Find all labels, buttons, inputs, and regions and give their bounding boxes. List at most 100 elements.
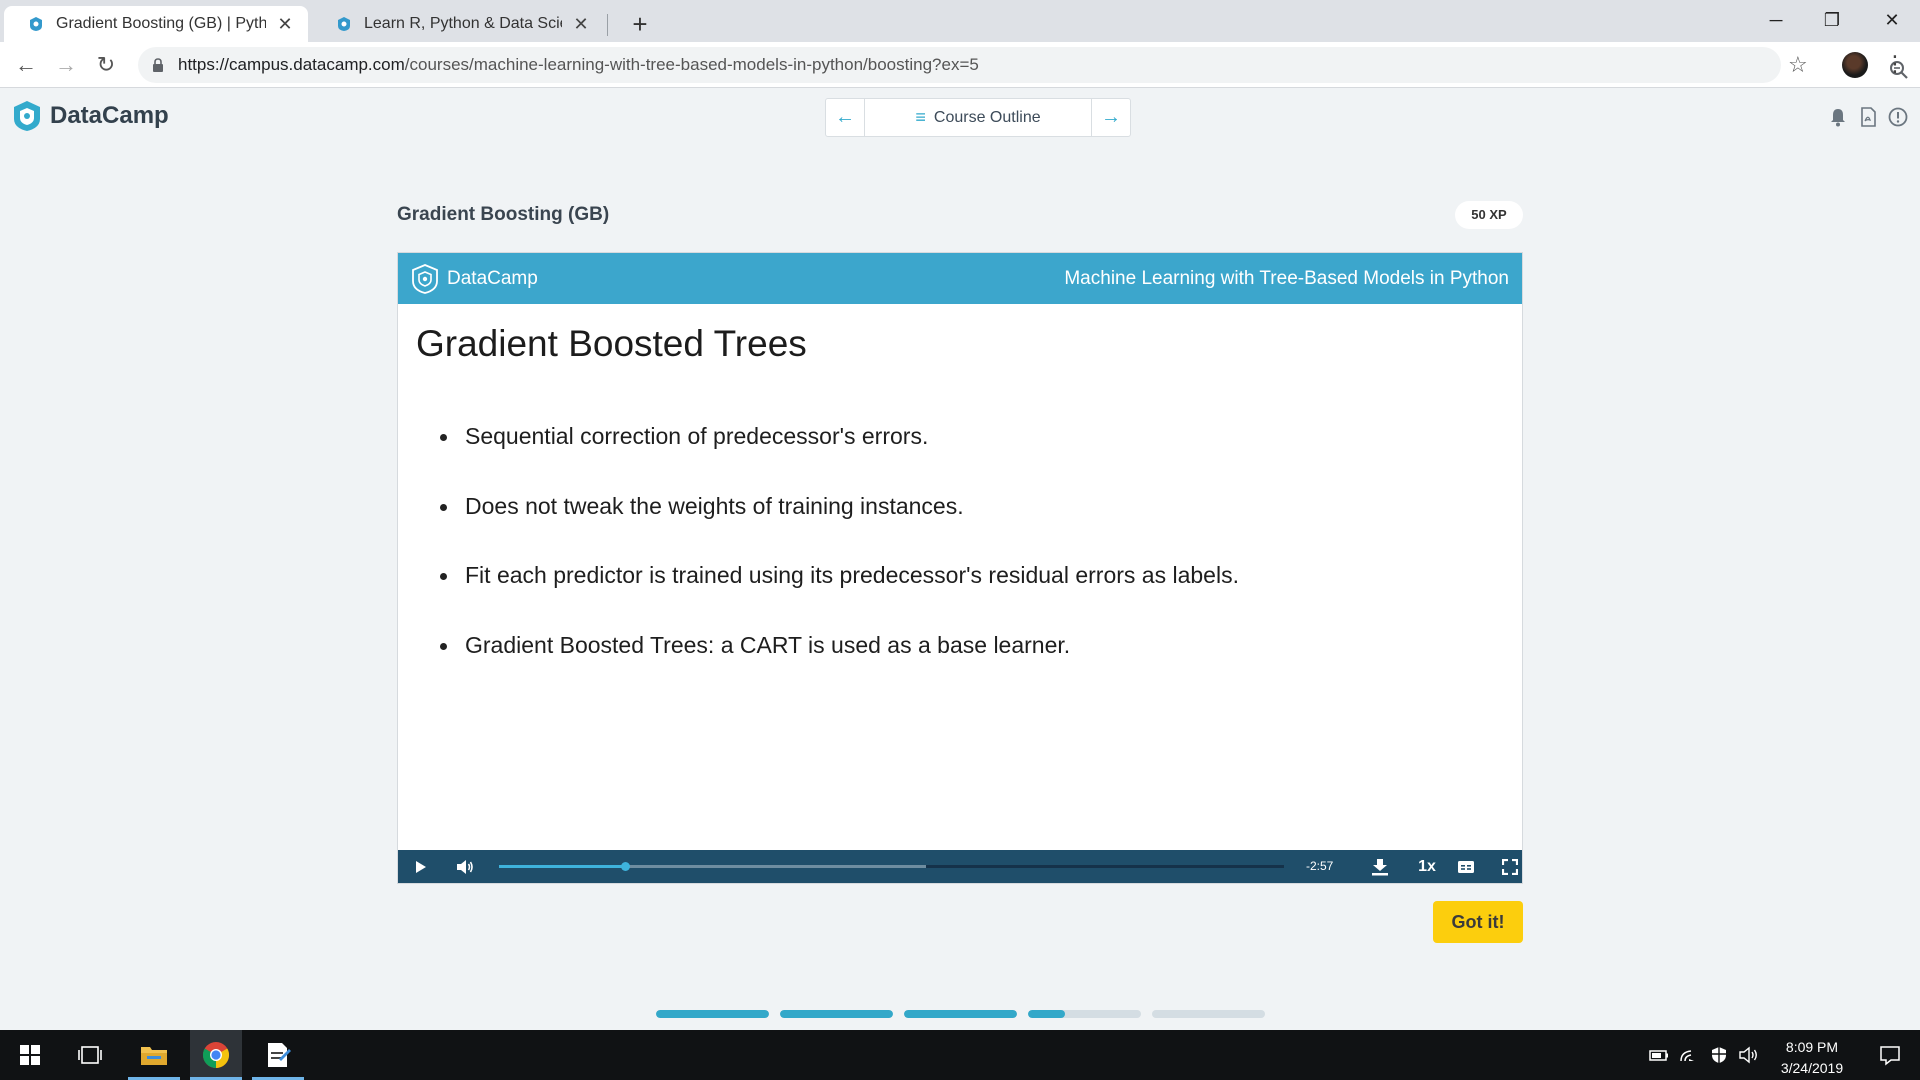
course-outline-button[interactable]: ≡ Course Outline [864,99,1092,136]
back-button[interactable]: ← [10,49,42,81]
video-controls: -2:57 1x [398,850,1522,883]
file-explorer-button[interactable] [128,1030,180,1080]
url-text: https://campus.datacamp.com/courses/mach… [178,55,979,75]
bookmark-star-icon[interactable]: ☆ [1788,52,1808,78]
tab-separator [607,14,608,36]
url-path: /courses/machine-learning-with-tree-base… [404,55,979,74]
speaker-icon[interactable] [1738,1046,1760,1064]
brand-name: DataCamp [50,102,169,129]
slide-course-name: Machine Learning with Tree-Based Models … [1064,267,1509,289]
tab-gradient-boosting[interactable]: Gradient Boosting (GB) | Python ✕ [4,6,308,42]
progress-step[interactable] [904,1010,1017,1018]
bullet-text: Fit each predictor is trained using its … [465,562,1239,588]
xp-badge: 50 XP [1455,201,1523,229]
next-exercise-button[interactable]: → [1092,99,1130,136]
progress-step-fill [1028,1010,1066,1018]
url-host: https://campus.datacamp.com [178,55,405,74]
list-item: Sequential correction of predecessor's e… [440,423,1239,493]
bullet-text: Sequential correction of predecessor's e… [465,423,929,449]
fullscreen-icon [1502,858,1518,875]
datacamp-shield-icon [14,101,40,131]
got-it-button[interactable]: Got it! [1433,901,1523,943]
close-window-button[interactable]: ✕ [1864,0,1920,40]
notepad-button[interactable] [252,1030,304,1080]
task-view-button[interactable] [64,1030,116,1080]
list-item: Gradient Boosted Trees: a CART is used a… [440,632,1239,702]
taskbar-clock[interactable]: 8:09 PM 3/24/2019 [1764,1037,1860,1079]
close-tab-icon[interactable]: ✕ [572,14,590,35]
play-button[interactable] [408,850,434,883]
new-tab-button[interactable]: + [622,6,658,42]
action-center-button[interactable] [1866,1030,1914,1080]
video-player[interactable]: DataCamp Machine Learning with Tree-Base… [397,252,1523,884]
play-icon [416,860,426,873]
forward-button[interactable]: → [50,49,82,81]
progress-step-fill [780,1010,893,1018]
download-button[interactable] [1366,850,1394,883]
wifi-icon[interactable] [1678,1046,1700,1064]
bullet-text: Does not tweak the weights of training i… [465,492,964,519]
played-bar [499,865,625,868]
progress-step[interactable] [1028,1010,1141,1018]
exercise-title: Gradient Boosting (GB) [397,204,610,225]
progress-step[interactable] [780,1010,893,1018]
progress-step-fill [904,1010,1017,1018]
bullet-icon [440,434,447,441]
list-item: Fit each predictor is trained using its … [440,562,1239,632]
slide-header: DataCamp Machine Learning with Tree-Base… [398,253,1522,304]
volume-icon [457,859,473,874]
volume-button[interactable] [452,850,478,883]
minimize-button[interactable]: ─ [1748,0,1804,40]
browser-menu-icon[interactable]: ⋮ [1884,50,1906,78]
restore-button[interactable]: ❐ [1804,0,1860,40]
system-tray [1640,1030,1760,1080]
tab-learn-r-python[interactable]: Learn R, Python & Data Science Online ✕ [312,6,604,42]
datacamp-shield-icon [412,263,438,294]
info-icon[interactable] [1887,106,1909,128]
security-icon[interactable] [1708,1046,1730,1064]
start-icon [20,1045,40,1065]
captions-button[interactable] [1452,850,1480,883]
browser-tab-bar: Gradient Boosting (GB) | Python ✕ Learn … [0,0,1920,42]
exercise-progress-steps [656,1010,1276,1018]
profile-avatar[interactable] [1842,52,1868,78]
playback-speed-button[interactable]: 1x [1410,850,1444,883]
bullet-icon [440,503,447,511]
course-navigation: ← ≡ Course Outline → [825,98,1131,137]
chrome-button[interactable] [190,1030,242,1080]
list-item: Does not tweak the weights of training i… [440,493,1239,563]
clock-date: 3/24/2019 [1780,1060,1844,1076]
clock-time: 8:09 PM [1785,1039,1839,1055]
browser-toolbar: ← → ↻ https://campus.datacamp.com/course… [0,42,1920,88]
course-outline-label: Course Outline [933,108,1041,126]
bullet-icon [440,573,447,580]
datacamp-favicon-icon [338,17,350,31]
hamburger-icon: ≡ [915,107,926,127]
download-icon [1372,858,1388,875]
progress-step[interactable] [656,1010,769,1018]
pdf-icon[interactable] [1857,106,1879,128]
video-progress-track[interactable] [499,862,1284,871]
captions-icon [1458,860,1474,873]
progress-step[interactable] [1152,1010,1265,1018]
start-button[interactable] [4,1030,56,1080]
fullscreen-button[interactable] [1496,850,1524,883]
datacamp-favicon-icon [30,17,42,31]
datacamp-logo[interactable]: DataCamp [12,100,169,132]
scrub-handle[interactable] [620,862,630,871]
progress-step-fill [656,1010,769,1018]
close-tab-icon[interactable]: ✕ [276,14,294,35]
notification-icon [1880,1046,1900,1066]
tab-title: Learn R, Python & Data Science Online [364,15,562,32]
bullet-text: Gradient Boosted Trees: a CART is used a… [465,631,1071,658]
time-remaining: -2:57 [1306,859,1334,873]
reload-button[interactable]: ↻ [90,49,122,81]
task-view-icon [78,1046,102,1064]
address-bar[interactable]: https://campus.datacamp.com/courses/mach… [138,47,1908,83]
lock-icon [153,58,163,72]
battery-icon[interactable] [1648,1046,1670,1064]
bell-icon[interactable] [1827,106,1849,128]
tab-title: Gradient Boosting (GB) | Python [56,15,266,32]
previous-exercise-button[interactable]: ← [826,99,864,136]
notepad-icon [268,1043,291,1067]
